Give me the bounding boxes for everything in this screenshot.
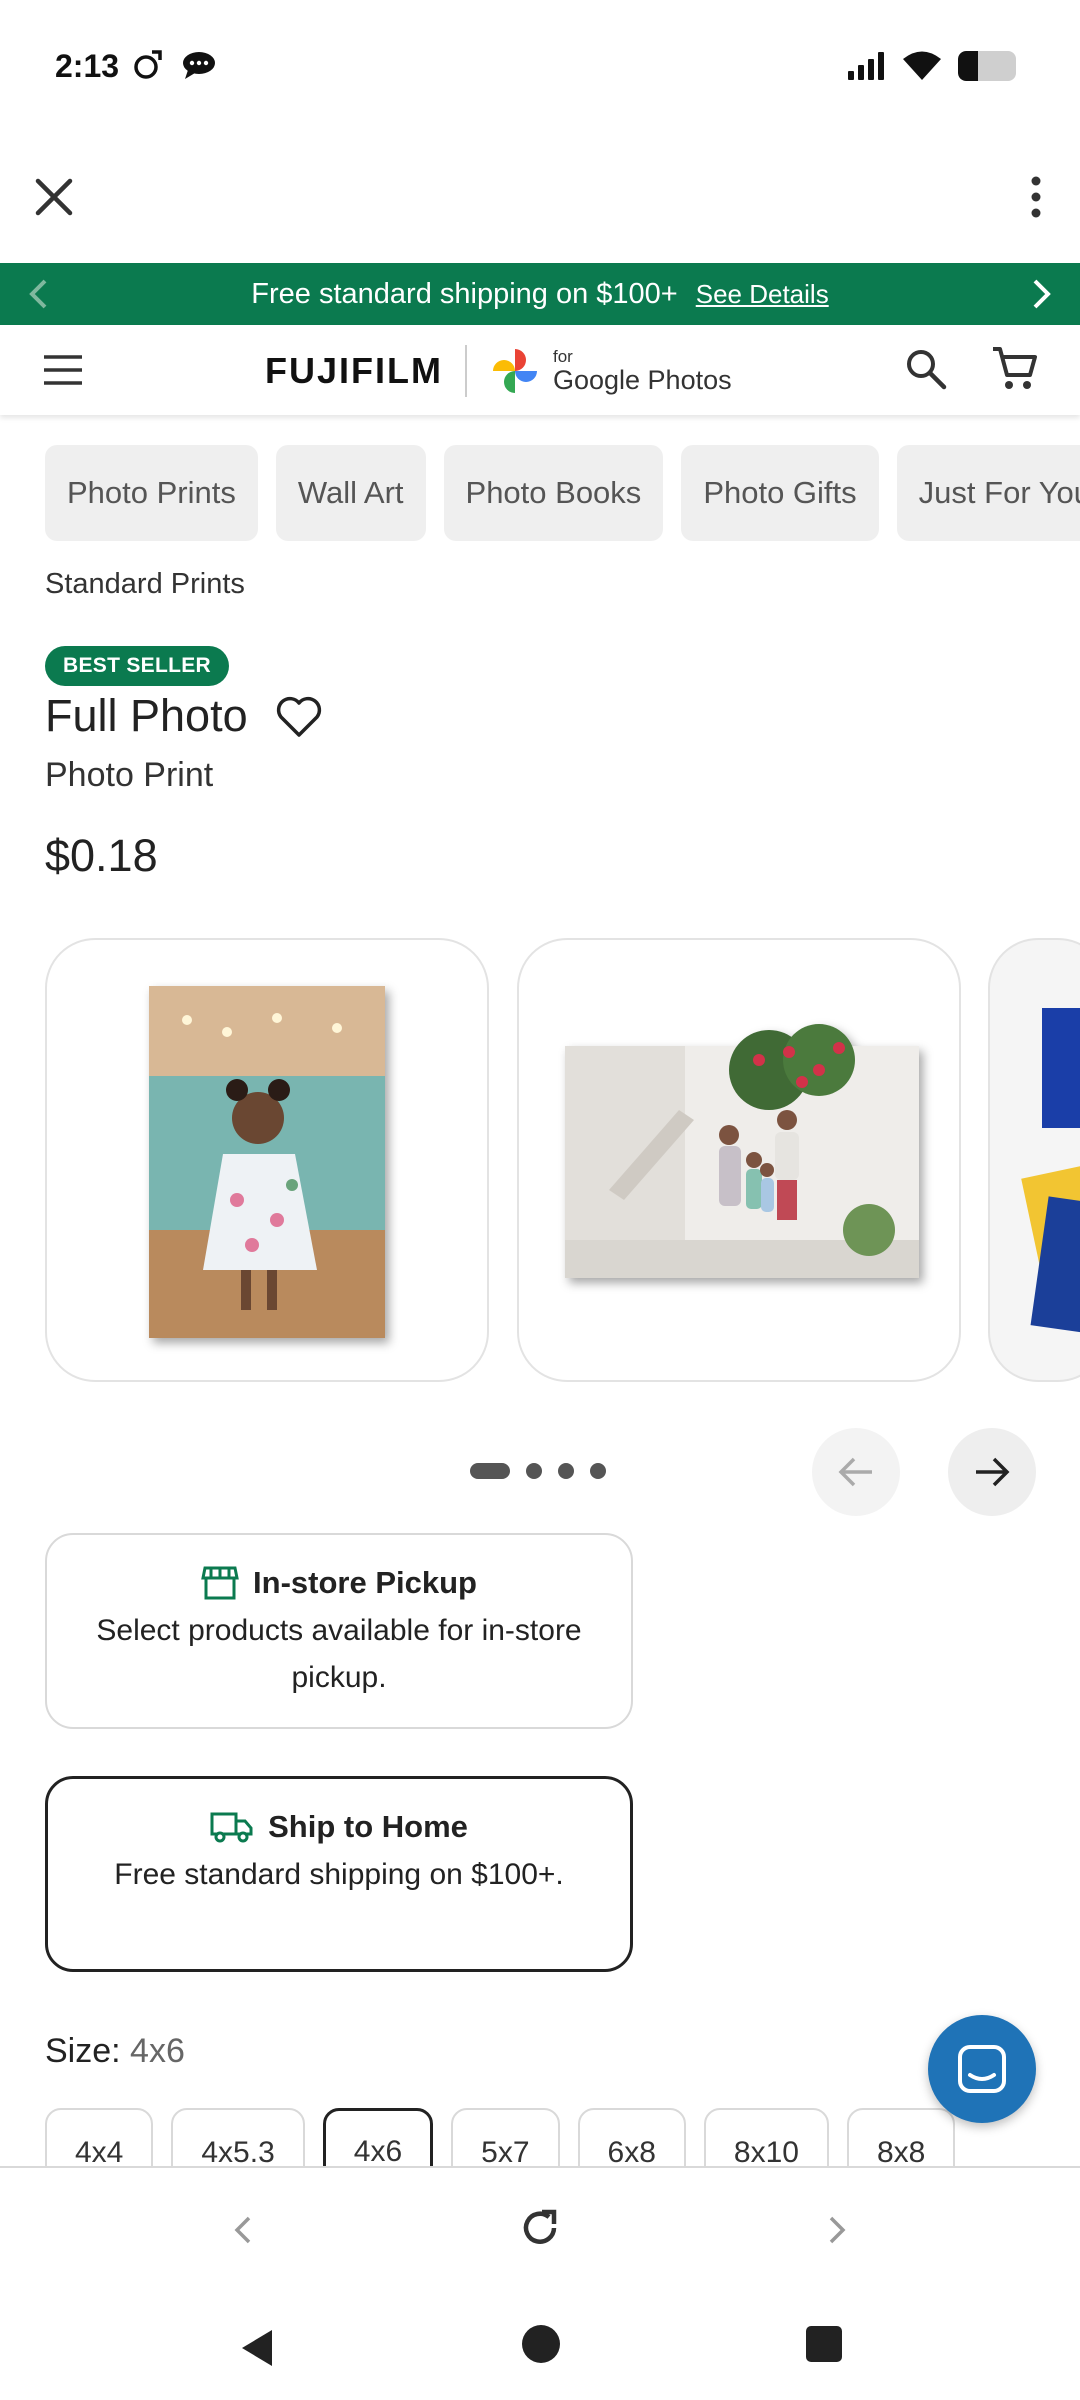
carousel-prev-button[interactable]	[812, 1428, 900, 1516]
status-time: 2:13	[55, 48, 120, 84]
chat-button[interactable]	[928, 2015, 1036, 2123]
store-icon	[201, 1566, 239, 1600]
product-title-row: Full Photo	[45, 690, 324, 742]
promo-prev-icon[interactable]	[20, 275, 58, 313]
arrow-right-icon	[976, 1457, 1010, 1487]
size-selected-value: 4x6	[130, 2032, 185, 2070]
size-options: 4x4 4x5.3 4x6 5x7 6x8 8x10 8x8	[45, 2108, 956, 2166]
in-store-pickup-description: Select products available for in-store p…	[96, 1614, 582, 1694]
battery-icon	[958, 51, 1016, 81]
size-option-4x4[interactable]: 4x4	[45, 2108, 154, 2166]
category-chips: Photo Prints Wall Art Photo Books Photo …	[45, 445, 1080, 541]
hamburger-menu-icon[interactable]	[42, 352, 84, 388]
wifi-icon	[903, 51, 941, 80]
carousel-dot-1[interactable]	[470, 1463, 510, 1479]
status-system-icons	[846, 50, 1016, 82]
chat-icon	[958, 2045, 1006, 2093]
size-option-4x5-3[interactable]: 4x5.3	[171, 2108, 305, 2166]
brand-divider	[464, 345, 467, 397]
status-bar: 2:13	[0, 0, 1080, 135]
size-label-text: Size:	[45, 2032, 121, 2070]
size-option-5x7[interactable]: 5x7	[451, 2108, 560, 2166]
search-icon[interactable]	[902, 345, 950, 393]
promo-text: Free standard shipping on $100+	[251, 277, 678, 310]
in-store-pickup-option[interactable]: In-store Pickup Select products availabl…	[45, 1533, 633, 1729]
carousel-pagination	[470, 1463, 606, 1479]
system-recents-icon[interactable]	[806, 2326, 842, 2362]
status-notification-icons	[130, 48, 218, 82]
browser-back-icon[interactable]	[222, 2208, 266, 2252]
browser-toolbar	[0, 135, 1080, 263]
battery-level-fill	[958, 51, 979, 81]
carousel-dot-2[interactable]	[526, 1463, 542, 1479]
size-option-8x8[interactable]: 8x8	[846, 2108, 956, 2166]
heart-icon[interactable]	[274, 691, 324, 741]
girl-portrait-print-image	[149, 986, 385, 1338]
in-store-pickup-title: In-store Pickup	[253, 1565, 477, 1600]
cart-icon[interactable]	[990, 343, 1040, 393]
more-options-icon[interactable]	[1014, 173, 1058, 221]
category-chip-wall-art[interactable]: Wall Art	[275, 445, 426, 541]
partner-for-text: for	[552, 347, 573, 366]
promo-next-icon[interactable]	[1022, 275, 1060, 313]
ship-to-home-description: Free standard shipping on $100+.	[114, 1858, 564, 1891]
close-icon[interactable]	[32, 175, 76, 219]
category-chip-photo-gifts[interactable]: Photo Gifts	[681, 445, 879, 541]
product-image-carousel[interactable]	[0, 938, 1080, 1383]
see-details-link[interactable]: See Details	[696, 279, 829, 310]
carousel-dot-4[interactable]	[590, 1463, 606, 1479]
carousel-next-button[interactable]	[948, 1428, 1036, 1516]
carousel-slide-family-landscape[interactable]	[517, 938, 961, 1382]
family-landscape-print-image	[565, 1024, 919, 1278]
carousel-slide-print-stack[interactable]	[988, 938, 1080, 1382]
reload-icon[interactable]	[516, 2204, 564, 2252]
size-option-6x8[interactable]: 6x8	[577, 2108, 686, 2166]
product-price: $0.18	[45, 830, 158, 881]
category-chip-photo-books[interactable]: Photo Books	[443, 445, 664, 541]
in-store-pickup-header: In-store Pickup	[47, 1565, 631, 1601]
carousel-slide-girl-portrait[interactable]	[45, 938, 489, 1382]
breadcrumb[interactable]: Standard Prints	[45, 568, 245, 601]
product-title: Full Photo	[45, 690, 248, 741]
system-home-icon[interactable]	[522, 2325, 560, 2363]
site-header: FUJIFILM for Google Photos	[0, 325, 1080, 415]
arrow-left-icon	[838, 1457, 872, 1487]
print-stack-image	[1021, 1008, 1080, 1335]
partner-name-text: Google Photos	[552, 365, 732, 395]
product-subtitle: Photo Print	[45, 756, 214, 794]
size-option-4x6[interactable]: 4x6	[322, 2108, 434, 2166]
system-back-icon[interactable]	[238, 2328, 274, 2368]
category-chip-just-for-you[interactable]: Just For You	[896, 445, 1080, 541]
size-option-8x10[interactable]: 8x10	[703, 2108, 829, 2166]
size-label: Size: 4x6	[45, 2032, 185, 2071]
fujifilm-logo: FUJIFILM	[265, 350, 443, 391]
best-seller-badge: BEST SELLER	[45, 646, 229, 686]
system-navigation-bar	[0, 2296, 1080, 2400]
promo-banner: Free standard shipping on $100+ See Deta…	[0, 263, 1080, 325]
ship-to-home-option[interactable]: Ship to Home Free standard shipping on $…	[45, 1776, 633, 1972]
google-photos-label: for Google Photos	[553, 348, 732, 394]
alarm-icon	[134, 50, 162, 79]
category-chip-photo-prints[interactable]: Photo Prints	[45, 445, 258, 541]
ship-to-home-header: Ship to Home	[48, 1809, 630, 1845]
brand-logo[interactable]: FUJIFILM for Google Photos	[265, 343, 732, 399]
messaging-icon	[183, 52, 215, 79]
browser-forward-icon[interactable]	[814, 2208, 858, 2252]
delivery-truck-icon	[210, 1812, 253, 1843]
carousel-dot-3[interactable]	[558, 1463, 574, 1479]
browser-bottom-bar	[0, 2166, 1080, 2296]
signal-icon	[848, 52, 884, 80]
ship-to-home-title: Ship to Home	[268, 1809, 468, 1844]
google-photos-pinwheel-icon	[492, 349, 537, 393]
